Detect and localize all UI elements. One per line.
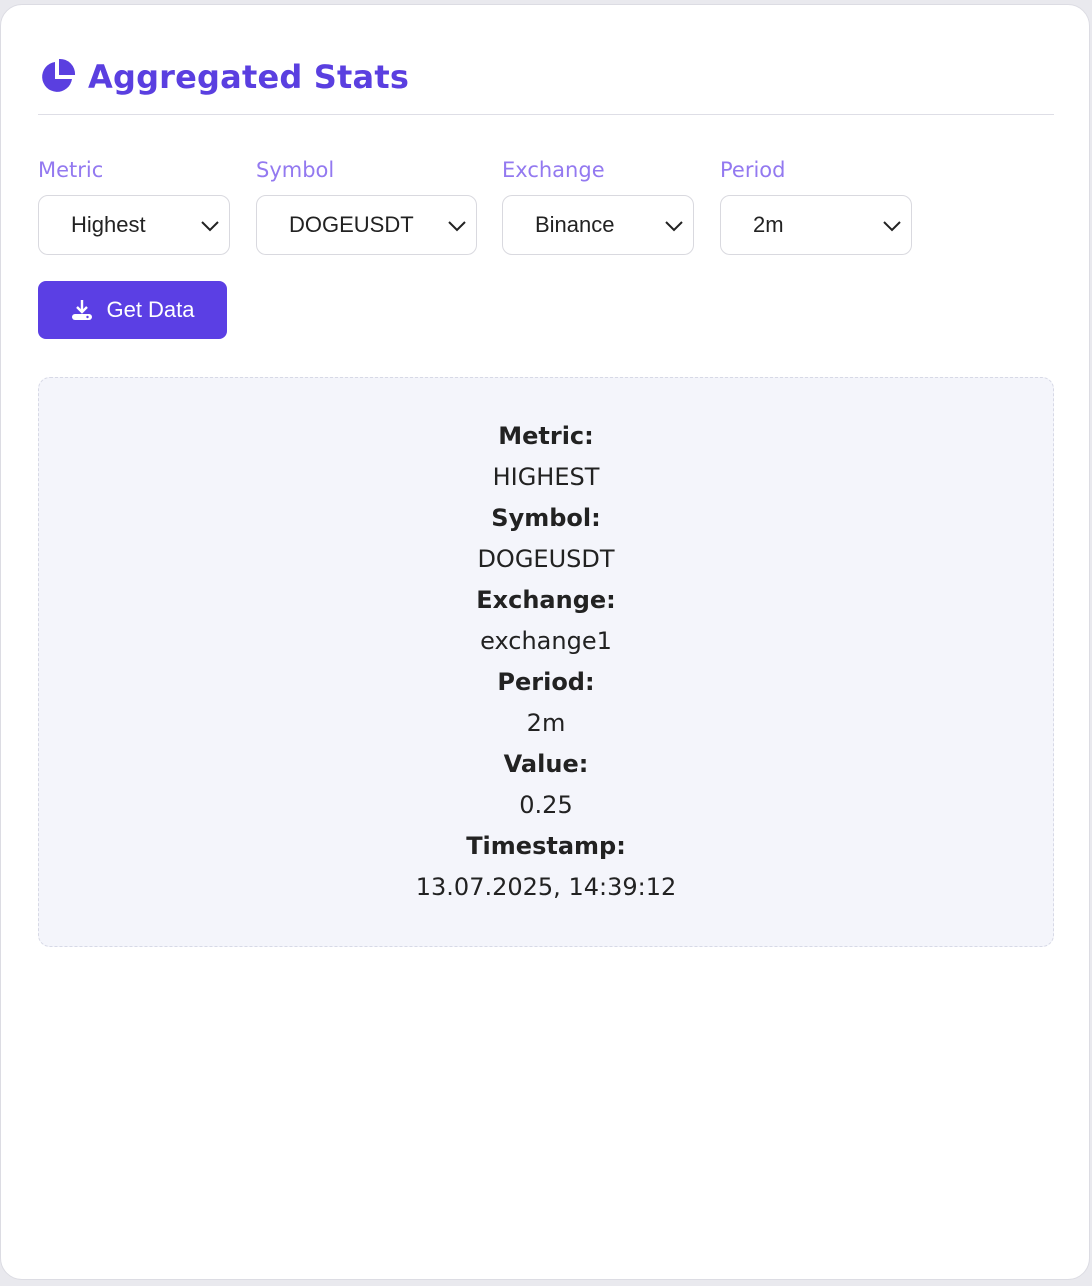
result-panel: Metric: HIGHEST Symbol: DOGEUSDT Exchang… [38,377,1054,947]
result-symbol-value: DOGEUSDT [477,545,615,573]
pie-chart-icon [38,58,76,96]
result-timestamp-label: Timestamp: [466,832,626,860]
metric-field: Metric Highest [38,157,230,255]
result-metric-value: HIGHEST [492,463,600,491]
get-data-button[interactable]: Get Data [38,281,227,339]
result-period-label: Period: [497,668,595,696]
get-data-label: Get Data [106,297,195,322]
chevron-down-icon [881,216,903,236]
metric-label: Metric [38,158,104,182]
page-title: Aggregated Stats [88,58,410,96]
result-value-value: 0.25 [519,791,573,819]
chevron-down-icon [446,216,468,236]
exchange-select[interactable]: Binance [502,195,694,255]
symbol-select-value: DOGEUSDT [289,212,414,237]
chevron-down-icon [663,216,685,236]
metric-select-value: Highest [71,212,146,237]
result-symbol-label: Symbol: [491,504,601,532]
symbol-select[interactable]: DOGEUSDT [256,195,477,255]
metric-select[interactable]: Highest [38,195,230,255]
period-select[interactable]: 2m [720,195,912,255]
symbol-label: Symbol [256,158,335,182]
result-timestamp-value: 13.07.2025, 14:39:12 [415,873,677,901]
header-divider [38,114,1054,115]
result-exchange-label: Exchange: [476,586,616,614]
aggregated-stats-card: Aggregated Stats Metric Highest Symbol D… [0,4,1090,1280]
exchange-field: Exchange Binance [502,157,694,255]
result-exchange-value: exchange1 [480,627,612,655]
exchange-select-value: Binance [535,212,615,237]
chevron-down-icon [199,216,221,236]
result-value-label: Value: [503,750,589,778]
symbol-field: Symbol DOGEUSDT [256,157,477,255]
period-label: Period [720,158,786,182]
exchange-label: Exchange [502,158,605,182]
result-metric-label: Metric: [498,422,594,450]
download-icon [70,298,94,322]
period-field: Period 2m [720,157,912,255]
result-period-value: 2m [526,709,566,737]
period-select-value: 2m [753,212,784,237]
page-header: Aggregated Stats [38,55,409,99]
